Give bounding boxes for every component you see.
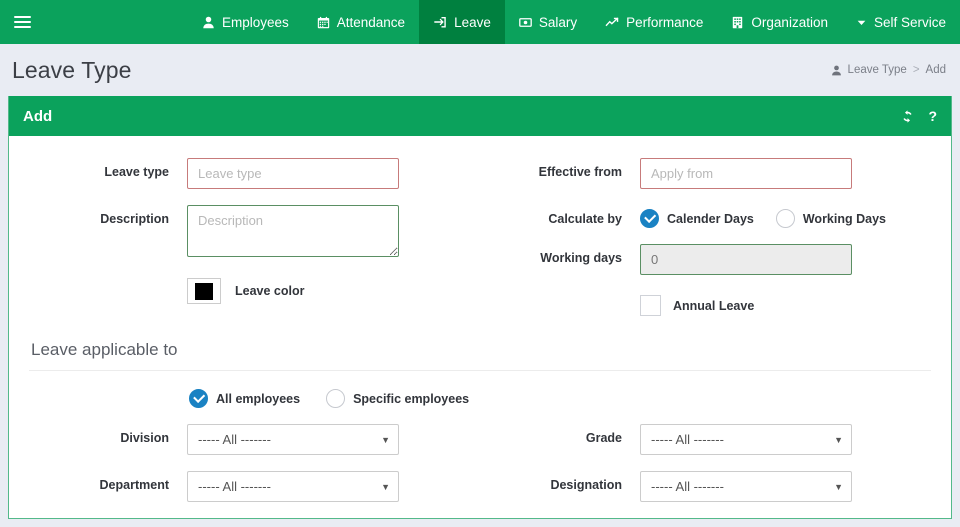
- radio-label: Specific employees: [353, 391, 470, 406]
- top-navigation-bar: Employees Attendance Leave Salary Perfor: [0, 0, 960, 44]
- breadcrumb: Leave Type > Add: [831, 64, 946, 76]
- division-select[interactable]: ----- All -------: [187, 424, 399, 455]
- signin-icon: [433, 16, 447, 29]
- filters-row-2: Department ----- All ------- ▼ Designati…: [27, 471, 933, 518]
- nav-item-attendance[interactable]: Attendance: [303, 0, 419, 44]
- nav-item-label: Salary: [538, 14, 578, 30]
- description-label: Description: [100, 212, 169, 226]
- radio-specific-employees[interactable]: Specific employees: [326, 389, 469, 408]
- section-divider: [29, 370, 931, 371]
- radio-label: Working Days: [802, 211, 886, 226]
- caret-down-icon: [856, 17, 867, 28]
- radio-calender-days[interactable]: Calender Days: [640, 209, 754, 228]
- annual-leave-label: Annual Leave: [673, 298, 755, 313]
- field-description: Description: [27, 205, 480, 260]
- annual-leave-checkbox[interactable]: [640, 295, 661, 316]
- radio-indicator: [775, 209, 795, 228]
- field-division: Division ----- All ------- ▼: [27, 424, 480, 455]
- effective-from-input[interactable]: [640, 158, 852, 189]
- designation-select[interactable]: ----- All -------: [640, 471, 852, 502]
- department-select[interactable]: ----- All -------: [187, 471, 399, 502]
- field-leave-type: Leave type: [27, 158, 480, 189]
- help-icon[interactable]: ?: [928, 108, 937, 124]
- radio-indicator: [640, 209, 659, 228]
- field-grade: Grade ----- All ------- ▼: [480, 424, 933, 455]
- field-effective-from: Effective from: [480, 158, 933, 189]
- leave-color-label: Leave color: [235, 284, 305, 298]
- working-days-label: Working days: [540, 251, 622, 265]
- nav-item-label: Employees: [221, 14, 289, 30]
- form-right-column: Effective from Calculate by Calender Day…: [480, 158, 933, 332]
- filters-row-1: Division ----- All ------- ▼ Grade -----…: [27, 424, 933, 471]
- user-icon: [831, 65, 842, 76]
- nav-item-leave[interactable]: Leave: [419, 0, 505, 44]
- breadcrumb-current: Add: [925, 64, 946, 76]
- radio-working-days[interactable]: Working Days: [775, 209, 886, 228]
- field-working-days: Working days: [480, 244, 933, 275]
- grade-select[interactable]: ----- All -------: [640, 424, 852, 455]
- leave-color-picker-button[interactable]: [187, 278, 221, 304]
- nav-item-organization[interactable]: Organization: [717, 0, 842, 44]
- leave-applicable-section-title: Leave applicable to: [31, 340, 178, 359]
- field-leave-color: Leave color: [27, 276, 480, 304]
- user-icon: [202, 16, 215, 29]
- building-icon: [731, 16, 744, 29]
- hamburger-menu-button[interactable]: [0, 0, 44, 44]
- nav-item-label: Organization: [751, 14, 828, 30]
- leave-color-swatch: [195, 282, 213, 300]
- add-leave-type-card: Add ? Leave type Description: [8, 96, 952, 519]
- nav-item-label: Performance: [626, 14, 704, 30]
- radio-indicator: [326, 389, 346, 408]
- page-header: Leave Type Leave Type > Add: [0, 44, 960, 96]
- nav-item-performance[interactable]: Performance: [591, 0, 717, 44]
- effective-from-label: Effective from: [538, 165, 622, 179]
- nav-item-label: Self Service: [873, 14, 946, 30]
- chart-line-icon: [605, 16, 619, 29]
- field-designation: Designation ----- All ------- ▼: [480, 471, 933, 502]
- money-icon: [519, 16, 532, 29]
- leave-type-input[interactable]: [187, 158, 399, 189]
- designation-label: Designation: [550, 478, 622, 492]
- department-label: Department: [99, 478, 169, 492]
- grade-label: Grade: [585, 431, 622, 445]
- page-title: Leave Type: [12, 56, 132, 83]
- working-days-input[interactable]: [640, 244, 852, 275]
- nav-item-label: Leave: [454, 14, 491, 30]
- description-textarea[interactable]: [187, 205, 399, 257]
- breadcrumb-separator: >: [912, 64, 920, 76]
- field-calculate-by: Calculate by Calender Days Working Days: [480, 205, 933, 228]
- field-department: Department ----- All ------- ▼: [27, 471, 480, 502]
- card-body: Leave type Description: [9, 136, 951, 518]
- nav-item-employees[interactable]: Employees: [188, 0, 303, 44]
- division-label: Division: [120, 431, 169, 445]
- calendar-icon: [317, 16, 330, 29]
- form-left-column: Leave type Description: [27, 158, 480, 332]
- field-annual-leave: Annual Leave: [480, 291, 933, 316]
- radio-label: All employees: [216, 391, 301, 406]
- nav-item-label: Attendance: [336, 14, 406, 30]
- nav-item-salary[interactable]: Salary: [505, 0, 591, 44]
- form-top-row: Leave type Description: [27, 158, 933, 332]
- applicable-scope-radios: All employees Specific employees: [27, 389, 933, 408]
- hamburger-icon: [13, 13, 31, 31]
- nav-item-self-service[interactable]: Self Service: [842, 0, 960, 44]
- nav-items: Employees Attendance Leave Salary Perfor: [188, 0, 960, 44]
- calculate-by-label: Calculate by: [548, 212, 622, 226]
- card-header: Add ?: [9, 96, 951, 136]
- card-title: Add: [23, 107, 53, 125]
- leave-type-label: Leave type: [104, 165, 169, 179]
- card-tools: ?: [901, 108, 937, 124]
- breadcrumb-parent[interactable]: Leave Type: [848, 64, 907, 76]
- radio-all-employees[interactable]: All employees: [189, 389, 300, 408]
- radio-indicator: [189, 389, 208, 408]
- refresh-icon[interactable]: [901, 109, 914, 123]
- radio-label: Calender Days: [667, 211, 754, 226]
